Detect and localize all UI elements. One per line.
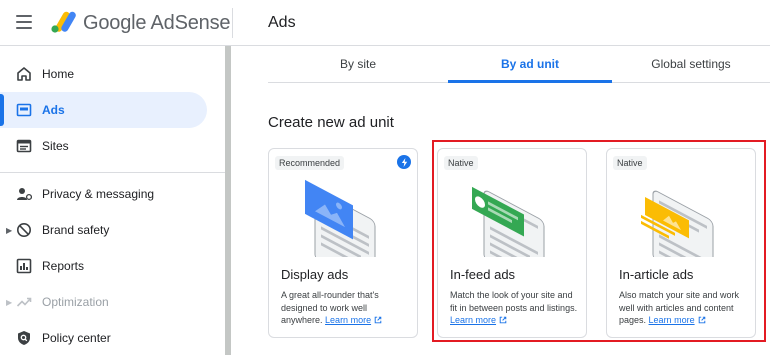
ad-tabs: By site By ad unit Global settings	[268, 46, 770, 83]
sidebar-item-brand-safety[interactable]: ▶ Brand safety	[0, 212, 207, 248]
sidebar-item-label: Brand safety	[42, 223, 110, 237]
menu-icon[interactable]	[16, 15, 32, 29]
native-badge: Native	[613, 156, 647, 170]
sidebar-item-optimization[interactable]: ▶ Optimization	[0, 284, 207, 320]
sidebar-item-label: Optimization	[42, 295, 109, 309]
privacy-icon	[16, 186, 32, 202]
header-divider	[232, 8, 233, 38]
reports-icon	[16, 258, 32, 274]
optimization-icon	[16, 294, 32, 310]
brand-safety-icon	[16, 222, 32, 238]
expand-caret-icon[interactable]: ▶	[6, 226, 12, 235]
brand-name: Google AdSense	[83, 12, 231, 34]
lightning-bolt-icon	[397, 155, 411, 169]
external-link-icon[interactable]	[698, 316, 706, 324]
display-ads-illustration	[305, 179, 376, 257]
sidebar-scrollbar[interactable]	[225, 46, 231, 355]
sidebar-item-label: Sites	[42, 139, 69, 153]
adsense-logo-icon	[51, 11, 76, 33]
sidebar-divider	[0, 172, 225, 173]
sidebar-item-reports[interactable]: Reports	[0, 248, 207, 284]
sidebar-item-label: Ads	[42, 103, 65, 117]
sidebar-item-privacy-messaging[interactable]: Privacy & messaging	[0, 176, 207, 212]
in-article-ads-illustration	[641, 190, 714, 257]
in-article-ads-card[interactable]: Native In-article ads Also match your si…	[606, 148, 756, 338]
ads-icon	[16, 102, 32, 118]
top-app-bar: Google AdSense Ads	[0, 0, 770, 46]
learn-more-link[interactable]: Learn more	[649, 315, 695, 325]
card-title: Display ads	[281, 267, 349, 282]
native-badge: Native	[444, 156, 478, 170]
in-feed-ads-illustration	[472, 186, 545, 257]
card-description: Also match your site and work well with …	[619, 289, 749, 327]
sidebar-item-sites[interactable]: Sites	[0, 128, 207, 164]
section-title: Create new ad unit	[268, 114, 394, 131]
learn-more-link[interactable]: Learn more	[450, 315, 496, 325]
expand-caret-icon[interactable]: ▶	[6, 298, 12, 307]
card-description-text: Match the look of your site and fit in b…	[450, 290, 578, 313]
card-title: In-article ads	[619, 267, 694, 282]
card-description: A great all-rounder that's designed to w…	[281, 289, 411, 327]
sidebar-item-label: Home	[42, 67, 75, 81]
sidebar: Home Ads Sites Privacy & messaging ▶ Bra…	[0, 46, 225, 355]
sidebar-item-home[interactable]: Home	[0, 56, 207, 92]
sidebar-item-label: Policy center	[42, 331, 111, 345]
tab-global-settings[interactable]: Global settings	[612, 46, 770, 82]
sidebar-item-label: Reports	[42, 259, 85, 273]
recommended-badge: Recommended	[275, 156, 345, 170]
policy-icon	[16, 330, 32, 346]
in-feed-ads-card[interactable]: Native In-feed ads Match the look of you…	[437, 148, 587, 338]
learn-more-link[interactable]: Learn more	[325, 315, 371, 325]
sidebar-item-ads[interactable]: Ads	[0, 92, 207, 128]
external-link-icon[interactable]	[374, 316, 382, 324]
page-title: Ads	[268, 14, 296, 31]
sidebar-item-policy-center[interactable]: Policy center	[0, 320, 207, 356]
card-description: Match the look of your site and fit in b…	[450, 289, 580, 327]
sites-icon	[16, 138, 32, 154]
sidebar-item-label: Privacy & messaging	[42, 187, 155, 201]
tab-by-ad-unit[interactable]: By ad unit	[448, 46, 612, 83]
card-title: In-feed ads	[450, 267, 516, 282]
external-link-icon[interactable]	[499, 316, 507, 324]
home-icon	[16, 66, 32, 82]
tab-by-site[interactable]: By site	[268, 46, 448, 82]
display-ads-card[interactable]: Recommended Display ads A great all-roun…	[268, 148, 418, 338]
